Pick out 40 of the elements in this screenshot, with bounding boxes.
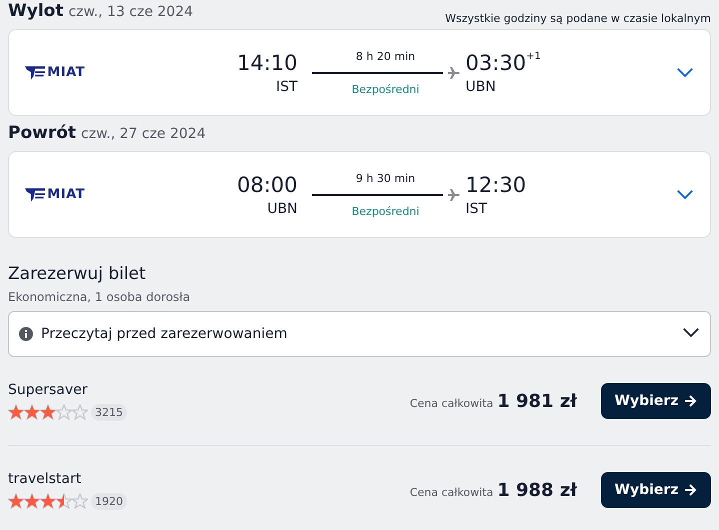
flight-card[interactable]: MIAT 08:00 UBN 9 h 30 min Bezpośredni 12:30 IST xyxy=(8,151,711,238)
departure-time: 08:00 xyxy=(237,172,298,196)
price: 1 988 zł xyxy=(497,480,577,500)
arrow-right-icon xyxy=(684,395,698,407)
departure-time: 14:10 xyxy=(237,50,298,74)
expand-icon[interactable] xyxy=(676,67,694,78)
arrival-airport: IST xyxy=(466,200,488,216)
flight-duration: 9 h 30 min xyxy=(356,172,416,184)
plane-icon xyxy=(448,66,460,78)
provider-name: Supersaver xyxy=(8,382,89,398)
review-count: 3215 xyxy=(91,404,127,420)
flight-date: czw., 27 cze 2024 xyxy=(81,126,206,142)
booking-subtitle: Ekonomiczna, 1 osoba dorosła xyxy=(8,290,192,304)
section-title: Wylot xyxy=(8,1,64,21)
select-button[interactable]: Wybierz xyxy=(601,383,711,419)
review-count: 1920 xyxy=(91,492,127,510)
price-label: Cena całkowita xyxy=(410,396,494,410)
arrow-right-icon xyxy=(684,484,698,496)
plane-icon xyxy=(448,188,460,200)
flight-duration: 8 h 20 min xyxy=(356,50,416,62)
airline-logo: MIAT xyxy=(25,62,85,82)
arrival-time: 12:30 xyxy=(466,172,526,196)
stops-label: Bezpośredni xyxy=(352,204,420,218)
flight-date: czw., 13 cze 2024 xyxy=(68,4,194,20)
airline-logo: MIAT xyxy=(25,184,85,204)
price-label: Cena całkowita xyxy=(410,486,494,498)
notice-dropdown[interactable]: Przeczytaj przed zarezerwowaniem xyxy=(8,311,711,357)
select-button[interactable]: Wybierz xyxy=(601,472,711,508)
price: 1 981 zł xyxy=(497,390,577,412)
timezone-note: Wszystkie godziny są podane w czasie lokalnym xyxy=(445,12,711,25)
arrival-airport: UBN xyxy=(466,78,497,94)
chevron-icon[interactable] xyxy=(682,327,700,338)
stops-label: Bezpośredni xyxy=(352,82,420,96)
departure-airport: IST xyxy=(276,78,298,94)
booking-title: Zarezerwuj bilet xyxy=(8,264,147,284)
provider-name: travelstart xyxy=(8,470,82,486)
info-icon xyxy=(19,327,33,341)
departure-airport: UBN xyxy=(267,200,298,216)
expand-icon[interactable] xyxy=(676,189,694,200)
section-title: Powrót xyxy=(8,123,76,143)
